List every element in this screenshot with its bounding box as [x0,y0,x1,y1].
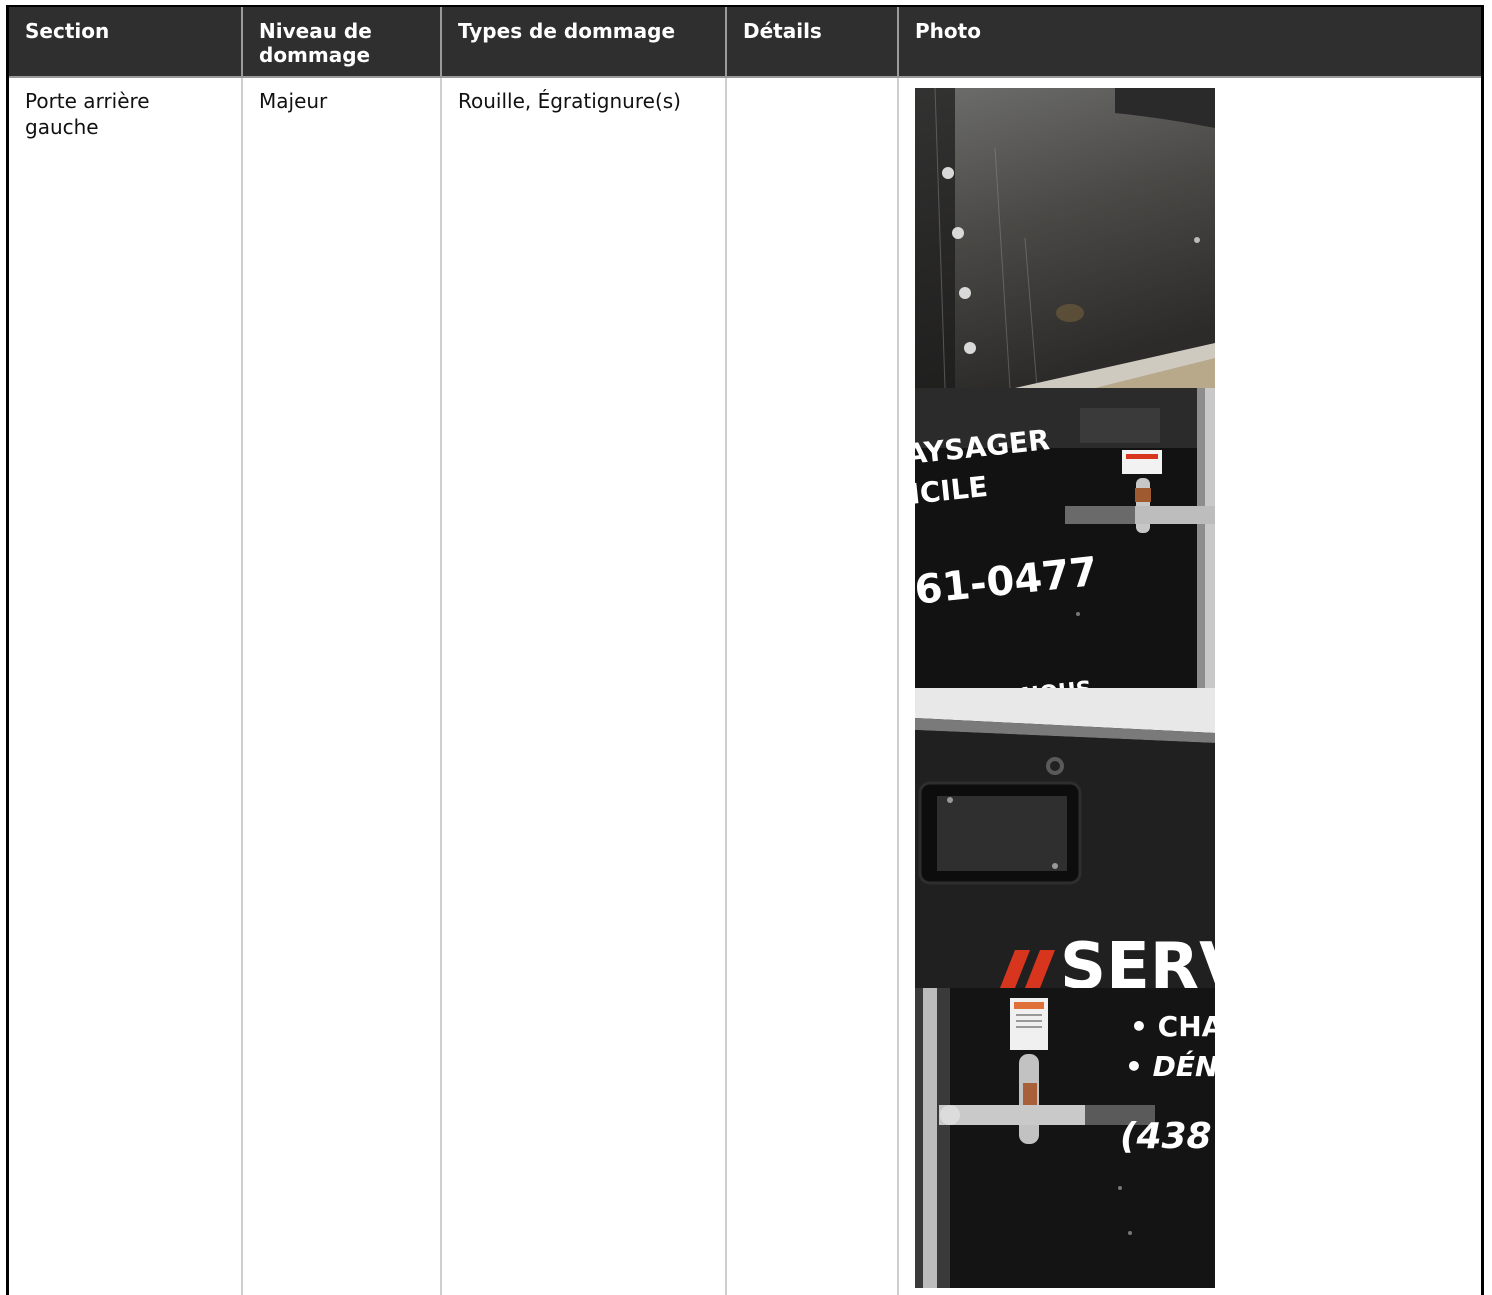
cell-details [726,77,899,1295]
photo-license-plate-area[interactable]: SERV [915,688,1215,988]
damage-report-frame: Section Niveau de dommage Types de domma… [6,5,1484,1295]
header-section: Section [9,7,243,78]
photo-scratched-door-panel[interactable] [915,88,1215,388]
header-details: Détails [726,7,899,78]
photo-license-plate-area-image: SERV [915,688,1215,988]
cell-photos: AYSAGER ICILE 61-0477 NOUS [898,77,1481,1295]
header-photo: Photo [898,7,1481,78]
table-row: Porte arrière gauche Majeur Rouille, Égr… [9,77,1481,1295]
photo-4-text-1: • CHA [1130,1010,1215,1043]
photo-scratched-door-panel-image [915,88,1215,388]
photo-door-latch-lettering[interactable]: AYSAGER ICILE 61-0477 NOUS [915,388,1215,688]
photo-door-handle-closeup-image: • CHA • DÉNE (438 [915,988,1215,1288]
cell-niveau: Majeur [242,77,442,1295]
photo-door-handle-closeup[interactable]: • CHA • DÉNE (438 [915,988,1215,1288]
photo-4-text-2: • DÉNE [1125,1049,1215,1083]
photo-3-text-1: SERV [1060,930,1215,988]
header-types-de-dommage: Types de dommage [441,7,727,78]
cell-section: Porte arrière gauche [9,77,243,1295]
damage-table: Section Niveau de dommage Types de domma… [9,7,1481,1295]
header-niveau-de-dommage: Niveau de dommage [242,7,442,78]
photo-4-text-3: (438 [1120,1116,1212,1157]
photo-door-latch-lettering-image: AYSAGER ICILE 61-0477 NOUS [915,388,1215,688]
cell-types: Rouille, Égratignure(s) [441,77,727,1295]
table-header-row: Section Niveau de dommage Types de domma… [9,7,1481,78]
